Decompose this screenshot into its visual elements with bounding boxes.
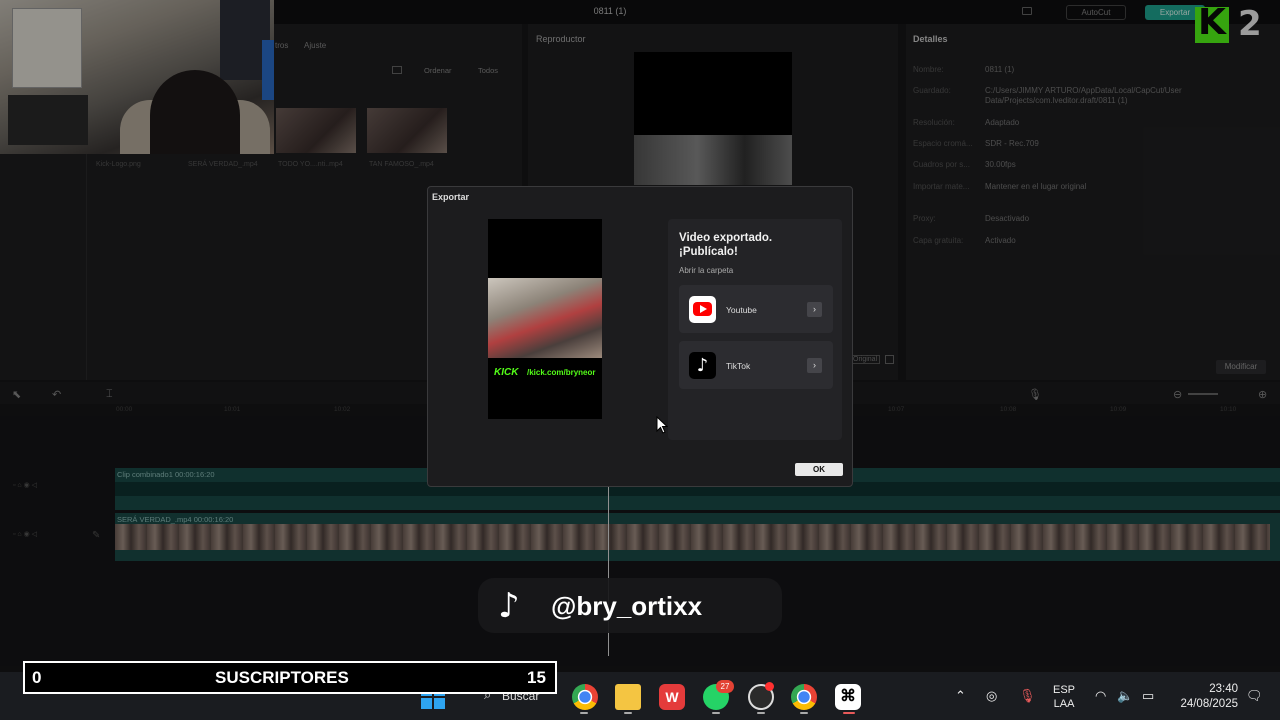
battery-icon[interactable]: ▭ — [1142, 688, 1154, 704]
recording-dot-icon — [765, 682, 774, 691]
date: 24/08/2025 — [1180, 698, 1238, 710]
running-indicator — [757, 712, 765, 714]
chevron-right-icon[interactable]: › — [807, 302, 822, 317]
notifications-icon[interactable]: 🗨 — [1246, 688, 1263, 704]
time: 23:40 — [1209, 683, 1238, 695]
subscriber-goal: 15 — [527, 668, 546, 687]
share-label: Youtube — [726, 305, 757, 315]
preview-kick-text: KICK — [494, 367, 519, 378]
chrome-icon[interactable] — [791, 684, 817, 710]
notification-badge: 27 — [716, 680, 734, 693]
taskbar-clock[interactable]: 23:40 24/08/2025 — [1168, 682, 1238, 712]
subscriber-current: 0 — [32, 668, 42, 687]
preview-url-text: /kick.com/bryneor — [527, 368, 596, 377]
tiktok-icon: ♪ — [689, 352, 716, 379]
capcut-icon[interactable]: ⌘ — [835, 684, 861, 710]
subscriber-label: SUSCRIPTORES — [215, 668, 349, 687]
running-indicator — [800, 712, 808, 714]
chevron-up-icon[interactable]: ⌃ — [955, 688, 966, 704]
wps-office-icon[interactable]: W — [659, 684, 685, 710]
export-headline: Video exportado. ¡Publícalo! — [679, 232, 773, 258]
running-indicator — [580, 712, 588, 714]
keyboard-layout: LAA — [1053, 698, 1075, 710]
mouse-cursor-icon — [656, 416, 668, 434]
running-indicator — [624, 712, 632, 714]
open-folder-link[interactable]: Abrir la carpeta — [679, 266, 733, 275]
chevron-right-icon[interactable]: › — [807, 358, 822, 373]
youtube-icon-triangle — [700, 305, 707, 313]
language-indicator[interactable]: ESP LAA — [1053, 683, 1075, 711]
file-explorer-icon[interactable] — [615, 684, 641, 710]
tiktok-icon: ♪ — [498, 586, 520, 626]
active-indicator — [843, 712, 855, 714]
preview-frame — [488, 278, 602, 358]
wifi-icon[interactable]: ◠ — [1095, 688, 1106, 704]
dialog-title: Exportar — [432, 192, 470, 202]
chrome-icon[interactable] — [572, 684, 598, 710]
onedrive-sync-icon[interactable]: ◎ — [986, 688, 997, 704]
ok-button[interactable]: OK — [795, 463, 843, 476]
microphone-icon[interactable]: 🎙 — [1019, 688, 1036, 704]
language-code: ESP — [1053, 684, 1076, 696]
volume-icon[interactable]: 🔈 — [1117, 688, 1133, 704]
share-label: TikTok — [726, 361, 751, 371]
running-indicator — [712, 712, 720, 714]
tiktok-handle: @bry_ortixx — [551, 591, 703, 621]
